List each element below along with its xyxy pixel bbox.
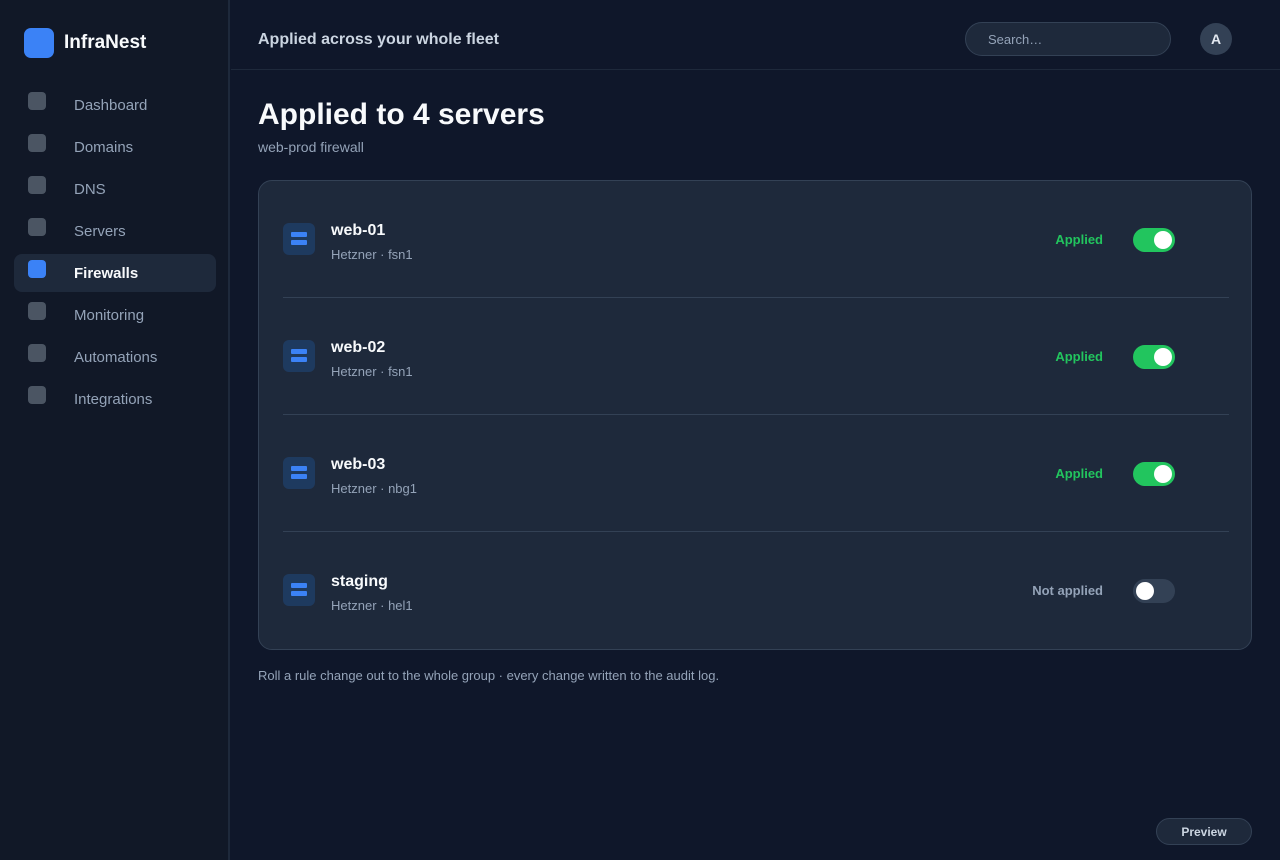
server-list-card: web-01 Hetzner · fsn1 Applied web-02 Het… bbox=[258, 180, 1252, 650]
server-icon bbox=[283, 457, 315, 489]
sidebar-item-dashboard[interactable]: Dashboard bbox=[14, 86, 216, 124]
brand-name: InfraNest bbox=[64, 32, 147, 53]
logo-icon bbox=[24, 28, 54, 58]
sidebar-item-label: Automations bbox=[74, 348, 158, 366]
sidebar-item-domains[interactable]: Domains bbox=[14, 128, 216, 166]
sidebar-item-dns[interactable]: DNS bbox=[14, 170, 216, 208]
server-meta: Hetzner · fsn1 bbox=[331, 247, 413, 262]
sidebar-nav: Dashboard Domains DNS Servers Firewalls … bbox=[14, 86, 216, 422]
sidebar-item-label: Dashboard bbox=[74, 96, 148, 114]
topbar: Applied across your whole fleet A bbox=[231, 0, 1280, 70]
sidebar-item-label: Domains bbox=[74, 138, 134, 156]
search-input[interactable] bbox=[965, 22, 1171, 56]
page-title: Applied to 4 servers bbox=[258, 98, 545, 131]
status-label: Applied bbox=[1055, 349, 1103, 364]
sidebar-item-label: Firewalls bbox=[74, 264, 139, 282]
sidebar-item-label: DNS bbox=[74, 180, 106, 198]
sidebar-item-label: Integrations bbox=[74, 390, 153, 408]
apply-toggle[interactable] bbox=[1133, 345, 1175, 369]
status-label: Applied bbox=[1055, 466, 1103, 481]
server-name: web-01 bbox=[331, 222, 386, 239]
server-icon bbox=[283, 340, 315, 372]
automations-icon bbox=[28, 343, 46, 362]
status-label: Not applied bbox=[1032, 583, 1103, 598]
dns-icon bbox=[28, 175, 46, 194]
sidebar-item-firewalls[interactable]: Firewalls bbox=[14, 254, 216, 292]
server-row: web-02 Hetzner · fsn1 Applied bbox=[283, 298, 1229, 415]
server-meta: Hetzner · hel1 bbox=[331, 598, 413, 613]
server-name: web-02 bbox=[331, 339, 386, 356]
server-meta: Hetzner · nbg1 bbox=[331, 481, 417, 496]
server-meta: Hetzner · fsn1 bbox=[331, 364, 413, 379]
sidebar-item-automations[interactable]: Automations bbox=[14, 338, 216, 376]
domains-icon bbox=[28, 133, 46, 152]
server-row: staging Hetzner · hel1 Not applied bbox=[283, 532, 1229, 649]
toggle-knob bbox=[1154, 348, 1172, 366]
topbar-title: Applied across your whole fleet bbox=[258, 31, 499, 48]
sidebar-item-monitoring[interactable]: Monitoring bbox=[14, 296, 216, 334]
status-label: Applied bbox=[1055, 232, 1103, 247]
server-icon bbox=[283, 223, 315, 255]
apply-toggle[interactable] bbox=[1133, 228, 1175, 252]
dashboard-icon bbox=[28, 91, 46, 110]
toggle-knob bbox=[1136, 582, 1154, 600]
brand[interactable]: InfraNest bbox=[24, 28, 146, 58]
footnote: Roll a rule change out to the whole grou… bbox=[258, 668, 720, 683]
sidebar: InfraNest Dashboard Domains DNS Servers … bbox=[0, 0, 230, 860]
server-row: web-01 Hetzner · fsn1 Applied bbox=[283, 181, 1229, 298]
avatar[interactable]: A bbox=[1200, 23, 1232, 55]
apply-toggle[interactable] bbox=[1133, 462, 1175, 486]
server-name: web-03 bbox=[331, 456, 386, 473]
toggle-knob bbox=[1154, 465, 1172, 483]
sidebar-item-label: Servers bbox=[74, 222, 126, 240]
servers-icon bbox=[28, 217, 46, 236]
monitoring-icon bbox=[28, 301, 46, 320]
server-row: web-03 Hetzner · nbg1 Applied bbox=[283, 415, 1229, 532]
sidebar-item-servers[interactable]: Servers bbox=[14, 212, 216, 250]
integrations-icon bbox=[28, 385, 46, 404]
apply-toggle[interactable] bbox=[1133, 579, 1175, 603]
preview-button[interactable]: Preview bbox=[1156, 818, 1252, 845]
firewalls-icon bbox=[28, 259, 46, 278]
server-name: staging bbox=[331, 573, 388, 590]
toggle-knob bbox=[1154, 231, 1172, 249]
sidebar-item-label: Monitoring bbox=[74, 306, 145, 324]
sidebar-item-integrations[interactable]: Integrations bbox=[14, 380, 216, 418]
server-icon bbox=[283, 574, 315, 606]
page-subtitle: web-prod firewall bbox=[258, 139, 364, 155]
